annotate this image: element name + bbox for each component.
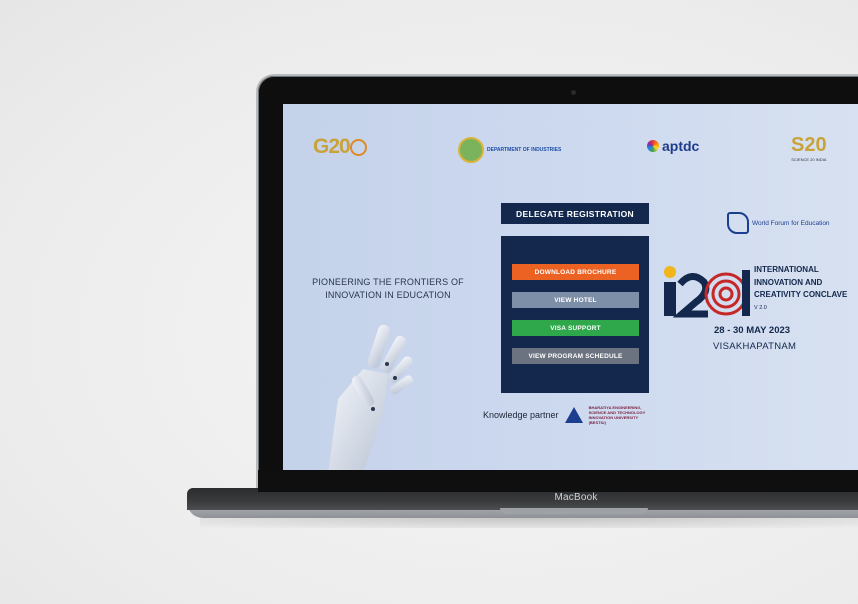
event-title: INTERNATIONAL INNOVATION AND CREATIVITY … bbox=[754, 264, 858, 302]
knowledge-partner-name: BHARATIYA ENGINEERING, SCIENCE AND TECHN… bbox=[588, 405, 646, 425]
aptdc-logo: aptdc bbox=[647, 138, 699, 154]
laptop-lid-notch bbox=[500, 508, 648, 514]
registration-panel: DOWNLOAD BROCHURE VIEW HOTEL VISA SUPPOR… bbox=[501, 236, 649, 393]
i2ci-logo bbox=[664, 266, 750, 318]
event-dates: 28 - 30 MAY 2023 bbox=[714, 325, 791, 336]
wfe-logo: World Forum for Education bbox=[727, 212, 830, 234]
download-brochure-button[interactable]: DOWNLOAD BROCHURE bbox=[512, 264, 639, 280]
wfe-logo-text: World Forum for Education bbox=[752, 219, 830, 227]
event-title-line-1: INTERNATIONAL bbox=[754, 265, 819, 274]
industries-logo: DEPARTMENT OF INDUSTRIES bbox=[458, 137, 561, 163]
burst-icon bbox=[647, 140, 659, 152]
robot-hand-image bbox=[328, 324, 414, 470]
s20-logo-text: S20 bbox=[791, 134, 827, 156]
view-hotel-button[interactable]: VIEW HOTEL bbox=[512, 292, 639, 308]
event-city: VISAKHAPATNAM bbox=[713, 341, 797, 352]
delegate-registration-title: DELEGATE REGISTRATION bbox=[501, 203, 649, 224]
event-title-line-3: CREATIVITY CONCLAVE bbox=[754, 290, 848, 299]
s20-logo-subtext: SCIENCE 20 INDIA bbox=[791, 157, 827, 162]
wfe-icon bbox=[727, 212, 749, 234]
device-brand-label: MacBook bbox=[554, 492, 598, 503]
aptdc-logo-text: aptdc bbox=[662, 138, 700, 154]
s20-logo: S20 SCIENCE 20 INDIA bbox=[791, 134, 827, 162]
industries-logo-text: DEPARTMENT OF INDUSTRIES bbox=[487, 147, 562, 153]
view-program-schedule-button[interactable]: VIEW PROGRAM SCHEDULE bbox=[512, 348, 639, 364]
event-version: V 2.0 bbox=[754, 305, 767, 311]
bestiu-logo-icon bbox=[564, 407, 583, 423]
visa-support-button[interactable]: VISA SUPPORT bbox=[512, 320, 639, 336]
event-title-line-2: INNOVATION AND bbox=[754, 277, 823, 287]
hero-tagline: PIONEERING THE FRONTIERS OF INNOVATION I… bbox=[308, 276, 468, 302]
lotus-icon bbox=[349, 138, 367, 156]
tagline-line-1: PIONEERING THE FRONTIERS OF bbox=[312, 277, 464, 287]
state-emblem-icon bbox=[458, 137, 484, 163]
knowledge-partner: Knowledge partner BHARATIYA ENGINEERING,… bbox=[483, 405, 655, 425]
camera-icon bbox=[571, 90, 576, 95]
g20-logo-text: G20 bbox=[313, 135, 351, 158]
knowledge-partner-label: Knowledge partner bbox=[483, 410, 559, 420]
tagline-line-2: INNOVATION IN EDUCATION bbox=[325, 290, 451, 300]
g20-logo: G20 bbox=[313, 135, 367, 159]
laptop-screen: G20 DEPARTMENT OF INDUSTRIES aptdc S20 S… bbox=[283, 104, 858, 470]
laptop-shadow bbox=[200, 518, 858, 528]
screen-chin bbox=[258, 470, 858, 492]
